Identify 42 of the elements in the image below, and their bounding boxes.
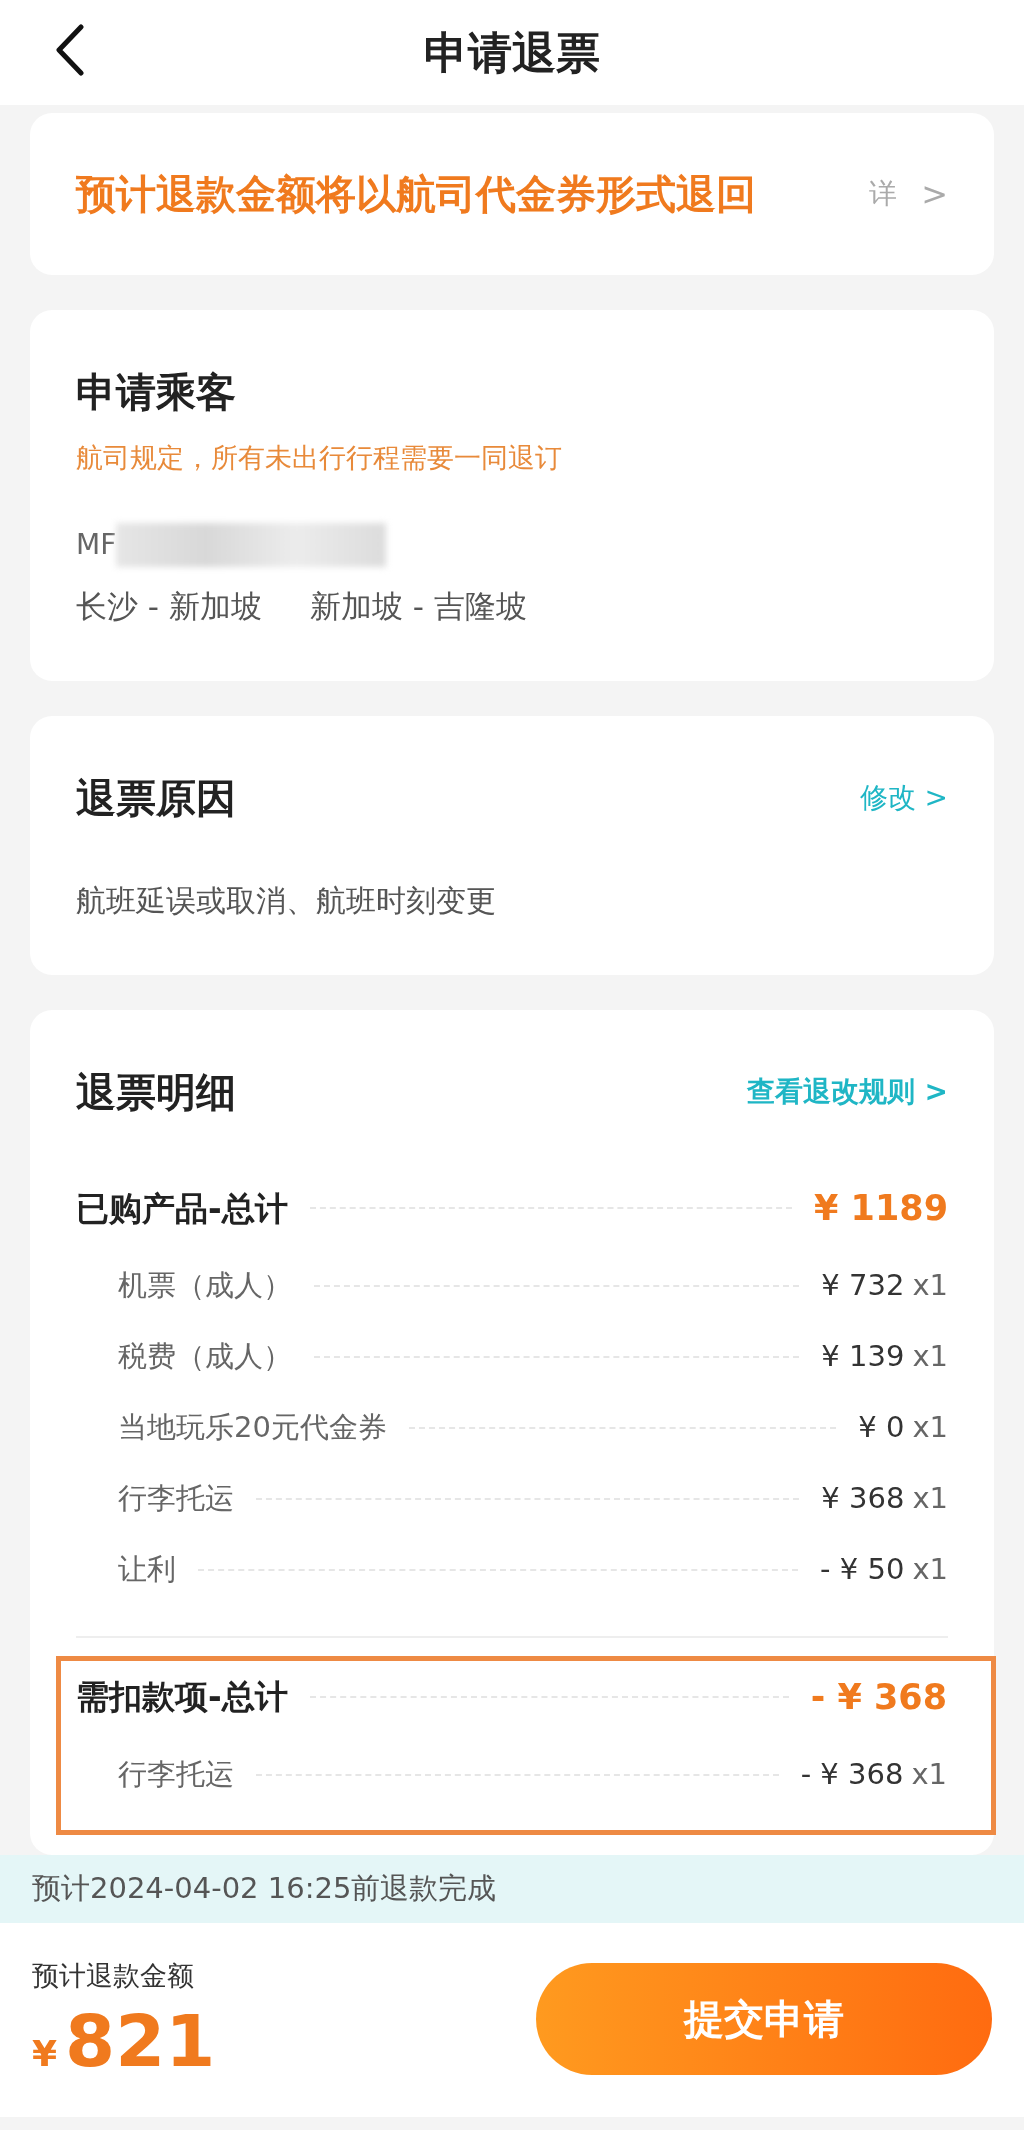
section-title: 申请乘客	[76, 368, 237, 417]
rules-link[interactable]: 查看退改规则 >	[746, 1071, 948, 1113]
section-title: 退票原因	[76, 774, 236, 823]
item-label: 税费（成人）	[117, 1338, 292, 1376]
item-amount: - ¥ 50	[820, 1551, 905, 1589]
notice-text: 预计退款金额将以航司代金券形式退回	[76, 170, 757, 219]
total-label: 已购产品-总计	[76, 1187, 288, 1230]
page-title: 申请退票	[424, 25, 600, 80]
back-icon[interactable]	[55, 24, 85, 76]
item-quantity: x1	[912, 1338, 948, 1376]
item-label: 机票（成人）	[117, 1267, 292, 1305]
item-amount: ¥ 139	[821, 1338, 905, 1376]
refund-amount: 821	[65, 2004, 216, 2077]
item-amount: - ¥ 368	[800, 1755, 904, 1793]
section-title: 退票明细	[76, 1068, 236, 1117]
item-label: 当地玩乐20元代金券	[117, 1409, 387, 1447]
total-amount: - ¥ 368	[810, 1675, 947, 1719]
edit-link[interactable]: 修改 >	[859, 777, 948, 819]
item-label: 行李托运	[117, 1755, 234, 1793]
item-amount: ¥ 732	[821, 1267, 905, 1305]
currency-symbol: ¥	[32, 2031, 58, 2076]
item-amount: ¥ 0	[858, 1409, 905, 1447]
refund-label: 预计退款金额	[32, 1959, 195, 1994]
item-amount: ¥ 368	[821, 1480, 905, 1518]
chevron-icon[interactable]: >	[921, 170, 948, 218]
item-quantity: x1	[911, 1755, 947, 1793]
rule-note: 航司规定，所有未出行行程需要一同退订	[76, 441, 563, 475]
reason-text: 航班延误或取消、航班时刻变更	[76, 882, 497, 920]
details-link[interactable]: 详	[869, 173, 898, 215]
route-text: 新加坡 - 吉隆坡	[309, 586, 527, 626]
item-quantity: x1	[912, 1551, 948, 1589]
item-quantity: x1	[912, 1409, 948, 1447]
passenger-name: MF	[76, 526, 117, 563]
submit-button[interactable]: 提交申请	[536, 1962, 992, 2075]
item-label: 让利	[117, 1551, 176, 1589]
item-quantity: x1	[912, 1480, 948, 1518]
total-label: 需扣款项-总计	[76, 1676, 288, 1718]
total-amount: ¥ 1189	[814, 1187, 948, 1230]
route-text: 长沙 - 新加坡	[76, 586, 262, 626]
item-quantity: x1	[912, 1267, 948, 1305]
refund-eta: 预计2024-04-02 16:25前退款完成	[0, 1855, 1024, 1923]
item-label: 行李托运	[117, 1480, 234, 1518]
